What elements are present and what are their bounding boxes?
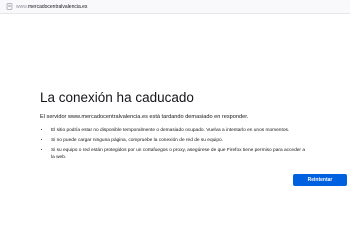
error-title: La conexión ha caducado bbox=[40, 90, 194, 105]
error-container: La conexión ha caducado El servidor www.… bbox=[40, 90, 347, 186]
address-bar[interactable]: www. mercadocentralvalencia.es bbox=[0, 0, 350, 14]
page-icon bbox=[6, 3, 13, 10]
error-description: El servidor www.mercadocentralvalencia.e… bbox=[40, 114, 249, 120]
retry-button[interactable]: Reintentar bbox=[293, 174, 347, 186]
error-tips-list: El sitio podría estar no disponible temp… bbox=[40, 127, 310, 164]
url-prefix: www. bbox=[16, 3, 28, 10]
list-item: El sitio podría estar no disponible temp… bbox=[50, 127, 310, 134]
url-domain: mercadocentralvalencia.es bbox=[27, 3, 88, 10]
list-item: Si no puede cargar ninguna página, compr… bbox=[50, 137, 310, 144]
browser-page: www. mercadocentralvalencia.es La conexió… bbox=[0, 0, 350, 250]
list-item: Si su equipo o red están protegidos por … bbox=[50, 147, 310, 161]
